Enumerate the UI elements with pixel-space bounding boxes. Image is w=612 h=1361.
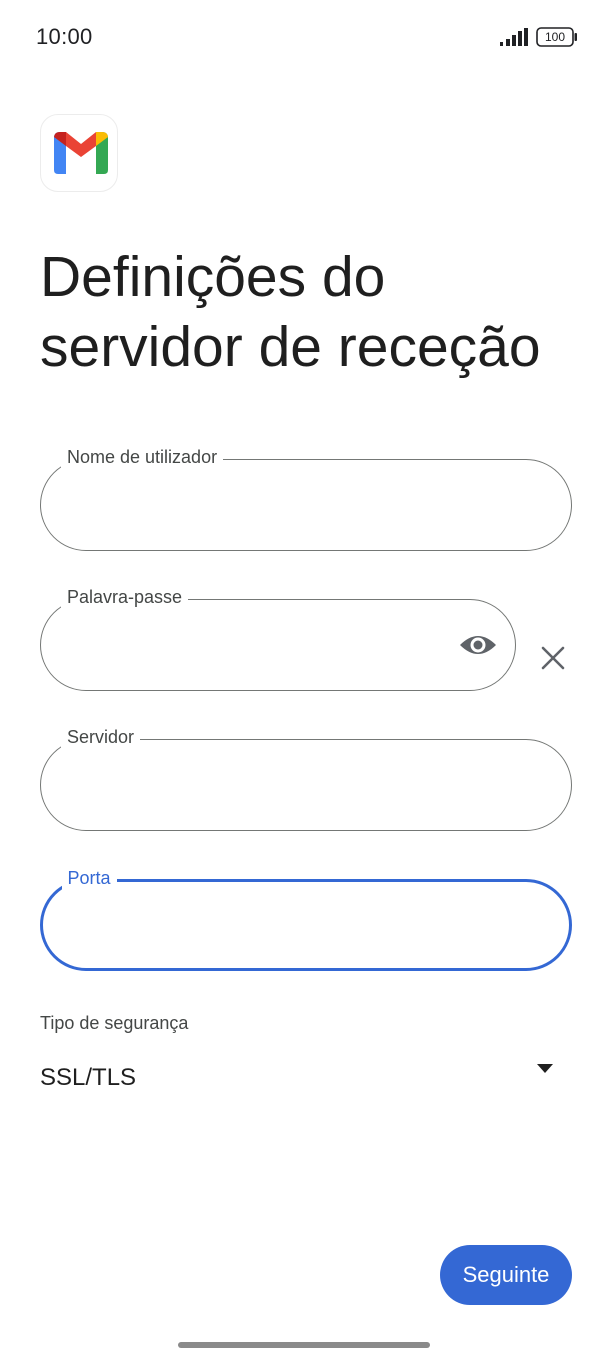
username-field[interactable]: Nome de utilizador (40, 444, 572, 551)
home-indicator[interactable] (178, 1342, 430, 1348)
security-type-label: Tipo de segurança (40, 1013, 189, 1033)
server-label: Servidor (61, 724, 141, 750)
dropdown-arrow-icon (537, 1064, 553, 1073)
status-time: 10:00 (36, 24, 93, 49)
port-input[interactable] (69, 908, 543, 946)
signal-bars-icon (500, 28, 528, 46)
security-type-value: SSL/TLS (40, 1064, 137, 1091)
eye-icon[interactable] (459, 630, 497, 660)
gmail-logo-icon (40, 114, 118, 192)
battery-level: 100 (544, 30, 566, 44)
page-title: Definições do servidor de receção (40, 245, 541, 379)
status-bar: 10:00 100 (0, 0, 612, 76)
server-input[interactable] (67, 766, 545, 804)
next-button[interactable]: Seguinte (440, 1245, 572, 1305)
password-input[interactable] (67, 626, 445, 664)
password-label: Palavra-passe (61, 584, 189, 610)
security-type-dropdown[interactable]: SSL/TLS (40, 1056, 572, 1102)
server-field[interactable]: Servidor (40, 724, 572, 831)
port-label: Porta (61, 864, 117, 891)
port-field[interactable]: Porta (40, 864, 572, 971)
password-field[interactable]: Palavra-passe (40, 584, 516, 691)
close-icon[interactable] (540, 645, 566, 671)
username-label: Nome de utilizador (61, 444, 224, 470)
username-input[interactable] (67, 486, 545, 524)
